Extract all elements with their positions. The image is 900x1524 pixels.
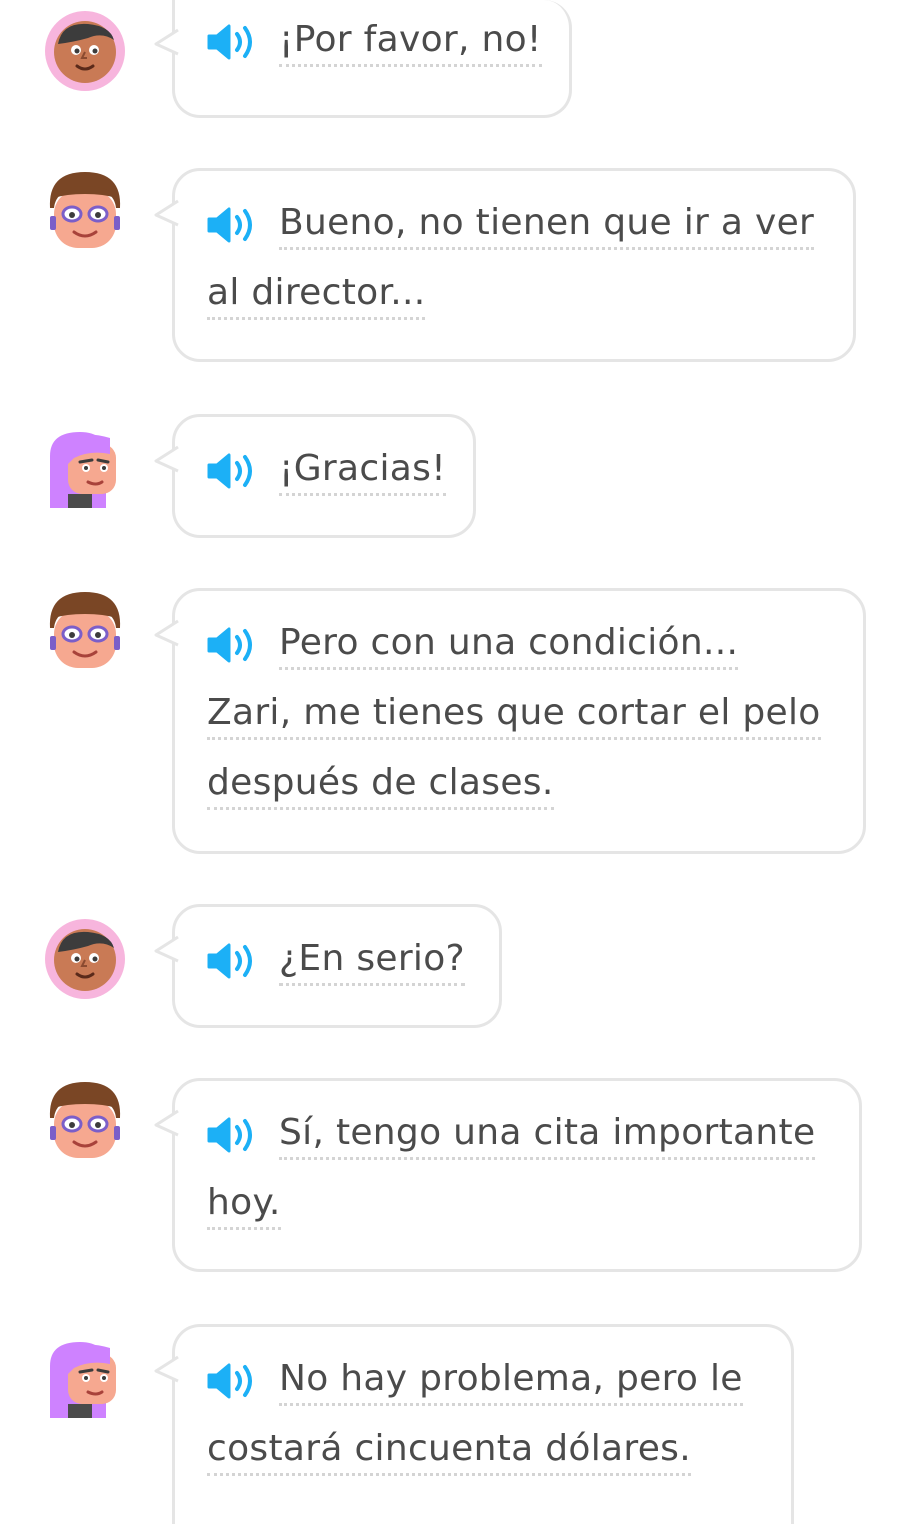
message-line: al director... <box>207 263 821 333</box>
bubble-tail <box>154 619 179 647</box>
message-line: después de clases. <box>207 753 831 823</box>
chat-thread: ¡Por favor, no! Bueno, no tienen que ir … <box>0 0 900 1524</box>
message-bubble[interactable]: ¿En serio? <box>154 904 502 1028</box>
speaker-icon[interactable] <box>207 453 259 489</box>
message-bubble[interactable]: Pero con una condición... Zari, me tiene… <box>154 588 866 854</box>
message-text[interactable]: No hay problema, pero le <box>279 1358 743 1406</box>
message-text[interactable]: ¡Gracias! <box>279 448 446 496</box>
message-text[interactable]: Pero con una condición... <box>279 622 739 670</box>
message-line: ¡Por favor, no! <box>207 10 542 80</box>
zari-avatar-icon <box>44 426 126 508</box>
message-line: ¿En serio? <box>207 929 467 999</box>
message-line: costará cincuenta dólares. <box>207 1419 759 1489</box>
message-text[interactable]: después de clases. <box>207 762 554 810</box>
message-line: Bueno, no tienen que ir a ver <box>207 193 821 263</box>
bubble-tail <box>154 1355 179 1383</box>
message-bubble[interactable]: ¡Gracias! <box>154 414 476 538</box>
message-line: Pero con una condición... <box>207 613 831 683</box>
message-bubble[interactable]: Sí, tengo una cita importante hoy. <box>154 1078 862 1272</box>
bubble-tail <box>154 1109 179 1137</box>
message-text[interactable]: costará cincuenta dólares. <box>207 1428 691 1476</box>
teacher-avatar-icon <box>44 1078 126 1160</box>
message-text[interactable]: ¡Por favor, no! <box>279 19 542 67</box>
speaker-icon[interactable] <box>207 627 259 663</box>
boy-avatar-icon <box>44 918 126 1000</box>
bubble-tail <box>154 199 179 227</box>
speaker-icon[interactable] <box>207 1363 259 1399</box>
message-line: hoy. <box>207 1173 827 1243</box>
message-text[interactable]: al director... <box>207 272 426 320</box>
message-bubble[interactable]: No hay problema, pero le costará cincuen… <box>154 1324 794 1524</box>
message-text[interactable]: Zari, me tienes que cortar el pelo <box>207 692 821 740</box>
speaker-icon[interactable] <box>207 1117 259 1153</box>
message-bubble[interactable]: Bueno, no tienen que ir a ver al directo… <box>154 168 856 362</box>
message-line: ¡Gracias! <box>207 439 446 509</box>
zari-avatar-icon <box>44 1336 126 1418</box>
message-text[interactable]: ¿En serio? <box>279 938 465 986</box>
bubble-tail <box>154 28 179 56</box>
message-text[interactable]: hoy. <box>207 1182 281 1230</box>
message-text[interactable]: Sí, tengo una cita importante <box>279 1112 816 1160</box>
speaker-icon[interactable] <box>207 943 259 979</box>
teacher-avatar-icon <box>44 168 126 250</box>
teacher-avatar-icon <box>44 588 126 670</box>
bubble-tail <box>154 445 179 473</box>
boy-avatar-icon <box>44 10 126 92</box>
speaker-icon[interactable] <box>207 24 259 60</box>
speaker-icon[interactable] <box>207 207 259 243</box>
message-line: No hay problema, pero le <box>207 1349 759 1419</box>
message-text[interactable]: Bueno, no tienen que ir a ver <box>279 202 815 250</box>
message-bubble[interactable]: ¡Por favor, no! <box>154 0 572 118</box>
message-line: Zari, me tienes que cortar el pelo <box>207 683 831 753</box>
message-line: Sí, tengo una cita importante <box>207 1103 827 1173</box>
bubble-tail <box>154 935 179 963</box>
